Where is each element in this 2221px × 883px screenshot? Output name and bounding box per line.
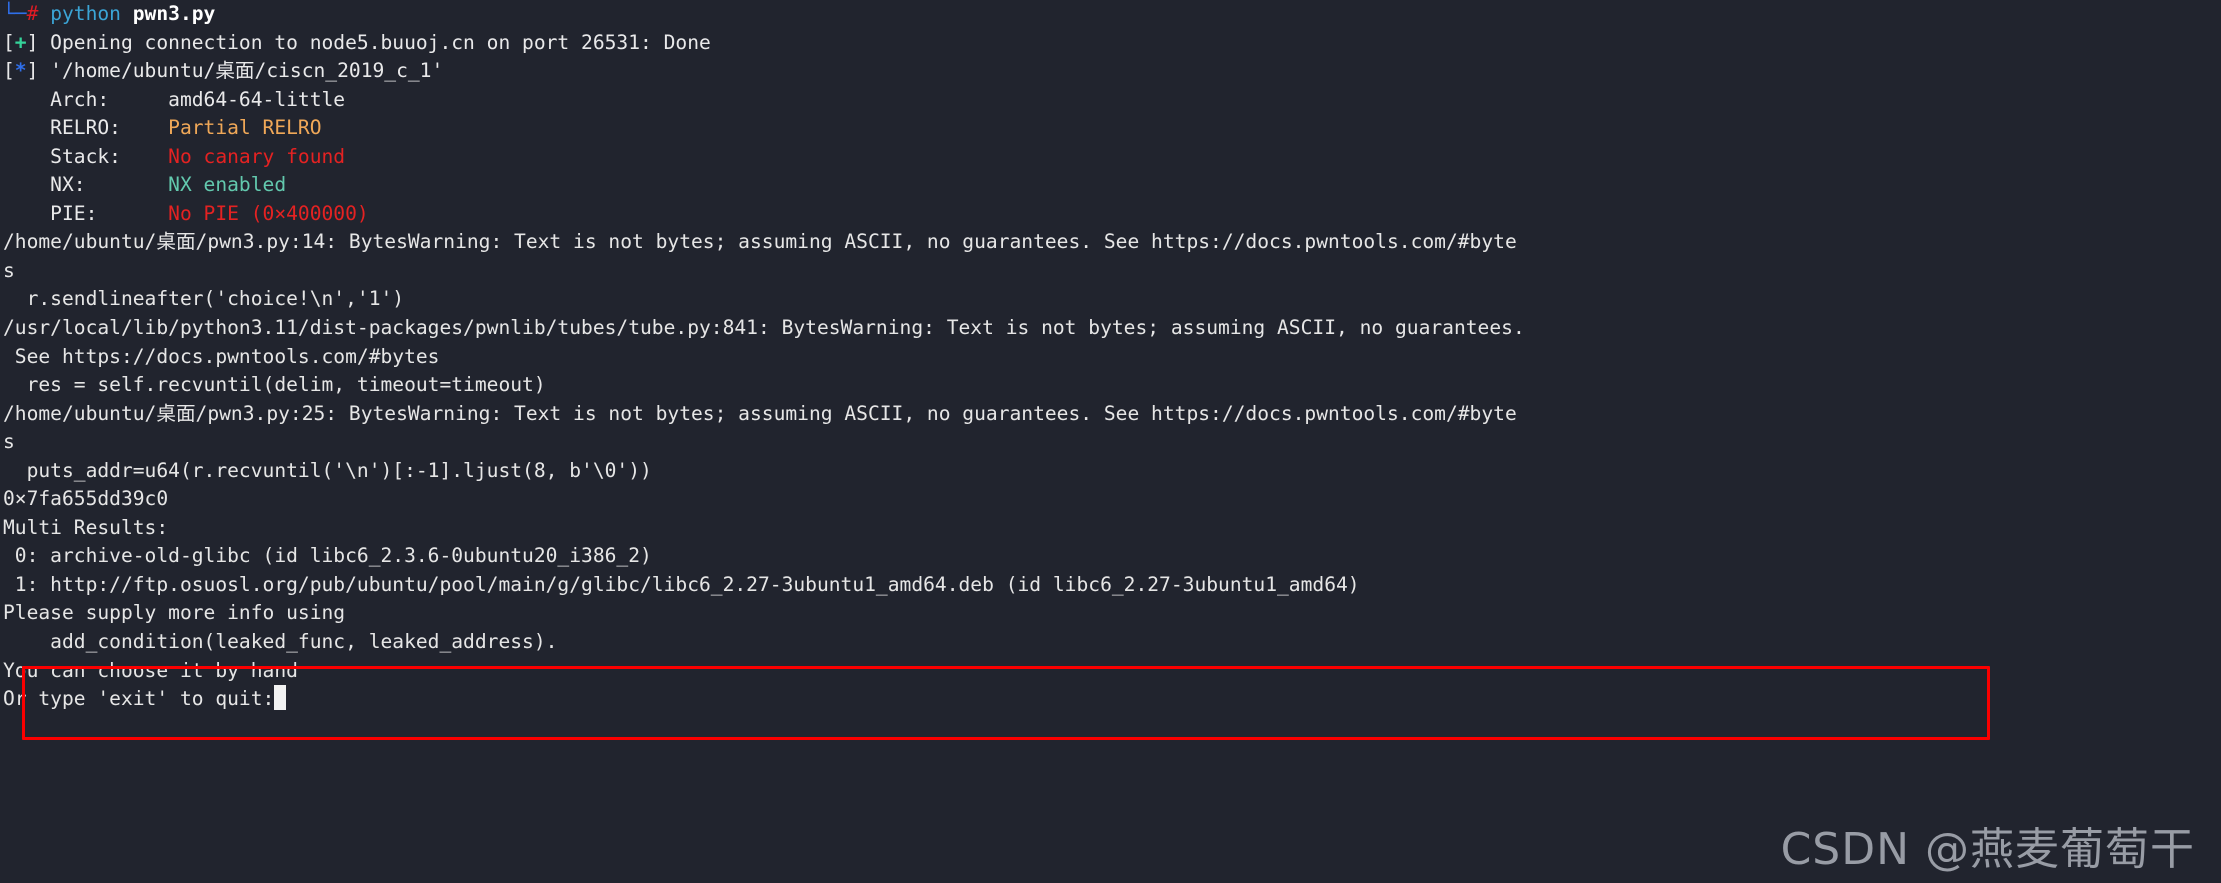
multi-result-item-1[interactable]: 1: http://ftp.osuosl.org/pub/ubuntu/pool… [0, 571, 2221, 600]
checksec-value: No PIE (0×400000) [168, 201, 369, 225]
multi-results-header: Multi Results: [3, 515, 169, 539]
checksec-row-pie: PIE: No PIE (0×400000) [0, 200, 2221, 229]
checksec-label: RELRO: [3, 116, 169, 140]
exit-prompt-line[interactable]: Or type 'exit' to quit: [0, 685, 2221, 714]
status-line-binary: [*] '/home/ubuntu/桌面/ciscn_2019_c_1' [0, 57, 2221, 86]
prompt-hash-icon: # [26, 2, 39, 25]
prompt-argument: pwn3.py [132, 2, 216, 25]
warning-line-3b: s [3, 430, 15, 454]
checksec-value: NX enabled [168, 173, 287, 197]
bracket-open: [ [3, 59, 15, 83]
csdn-watermark: CSDN @燕麦葡萄干 [1780, 824, 2195, 876]
exit-prompt-text: Or type 'exit' to quit: [3, 687, 275, 711]
warning-line-1a: /home/ubuntu/桌面/pwn3.py:14: BytesWarning… [3, 230, 1517, 254]
checksec-row-arch: Arch: amd64-64-little [0, 86, 2221, 115]
add-condition-hint: add_condition(leaked_func, leaked_addres… [3, 630, 558, 654]
checksec-value: Partial RELRO [168, 116, 322, 140]
checksec-label: PIE: [3, 201, 169, 225]
please-supply-text: Please supply more info using [3, 601, 346, 625]
choose-by-hand-text: You can choose it by hand [3, 658, 298, 682]
asterisk-icon: * [14, 59, 27, 83]
warning-line-3a: /home/ubuntu/桌面/pwn3.py:25: BytesWarning… [3, 401, 1517, 425]
warning-line-1b: s [3, 258, 15, 282]
prompt-branch-glyph: └─ [3, 2, 27, 25]
prompt-line: └─# python pwn3.py [0, 0, 2221, 29]
checksec-label: NX: [3, 173, 169, 197]
bracket-close: ] [26, 30, 39, 54]
warning-source-1: r.sendlineafter('choice!\n','1') [3, 287, 405, 311]
warning-line-2a: /usr/local/lib/python3.11/dist-packages/… [3, 316, 1525, 340]
warning-source-3: puts_addr=u64(r.recvuntil('\n')[:-1].lju… [3, 458, 652, 482]
plus-icon: + [14, 30, 27, 54]
warning-source-2: res = self.recvuntil(delim, timeout=time… [3, 373, 546, 397]
binary-path-text: '/home/ubuntu/桌面/ciscn_2019_c_1' [38, 59, 444, 83]
checksec-row-relro: RELRO: Partial RELRO [0, 114, 2221, 143]
checksec-label: Arch: [3, 87, 169, 111]
checksec-value: amd64-64-little [168, 87, 346, 111]
leaked-address-output: 0×7fa655dd39c0 [3, 487, 169, 511]
multi-result-item-0[interactable]: 0: archive-old-glibc (id libc6_2.3.6-0ub… [0, 542, 2221, 571]
opening-connection-text: Opening connection to node5.buuoj.cn on … [38, 30, 711, 54]
checksec-row-nx: NX: NX enabled [0, 171, 2221, 200]
status-line-opening: [+] Opening connection to node5.buuoj.cn… [0, 29, 2221, 58]
text-cursor[interactable] [274, 685, 286, 711]
checksec-label: Stack: [3, 144, 169, 168]
warning-line-2b: See https://docs.pwntools.com/#bytes [3, 344, 440, 368]
terminal-window[interactable]: └─# python pwn3.py [+] Opening connectio… [0, 0, 2221, 883]
bracket-close: ] [26, 59, 39, 83]
terminal-output: └─# python pwn3.py [+] Opening connectio… [0, 0, 2221, 714]
prompt-command: python [50, 2, 121, 25]
bracket-open: [ [3, 30, 15, 54]
checksec-row-stack: Stack: No canary found [0, 143, 2221, 172]
checksec-value: No canary found [168, 144, 346, 168]
